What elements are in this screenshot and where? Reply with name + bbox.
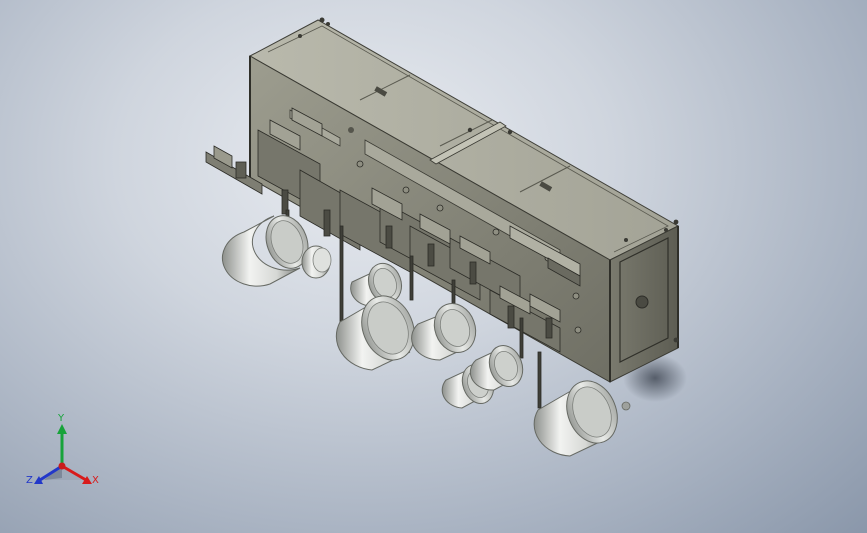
x-axis-label: X <box>92 475 99 486</box>
z-axis-label: Z <box>26 475 33 486</box>
ring-cylinder[interactable] <box>411 298 483 361</box>
ring-cylinder[interactable] <box>533 373 631 457</box>
side-port-hole <box>635 295 649 309</box>
ring-cylinder[interactable] <box>469 341 528 391</box>
cad-viewport[interactable]: Y X Z <box>0 0 867 533</box>
machine-assembly-model[interactable] <box>0 0 867 533</box>
coordinate-triad[interactable]: Y X Z <box>24 414 106 492</box>
y-axis-label: Y <box>58 413 65 424</box>
ring-cylinder[interactable] <box>301 245 332 279</box>
ring-cylinder[interactable] <box>221 210 315 287</box>
